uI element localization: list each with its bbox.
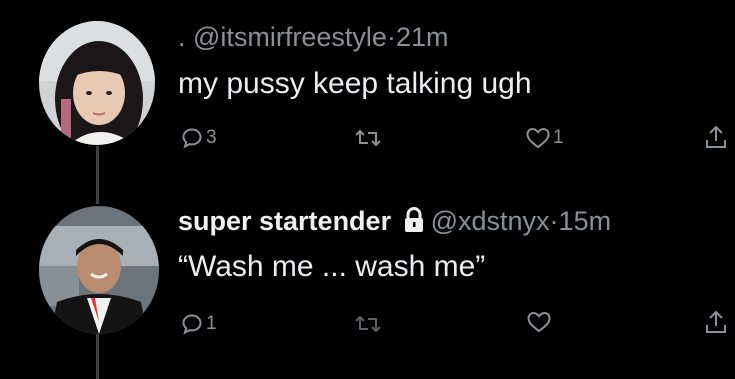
tweet-2-display-name[interactable]: super startender: [178, 206, 391, 236]
tweet-2-text: “Wash me ... wash me”: [178, 250, 486, 283]
heart-icon: [526, 127, 550, 149]
avatar-xdstnyx[interactable]: [39, 206, 159, 334]
tweet-2-time[interactable]: 15m: [559, 206, 612, 236]
tweet-1-retweet-button[interactable]: [354, 126, 382, 150]
tweet-1-time[interactable]: 21m: [396, 22, 449, 52]
share-upload-icon: [706, 125, 726, 148]
tweet-2-share-button[interactable]: [704, 309, 728, 335]
avatar-itsmirfreestyle[interactable]: [39, 21, 155, 145]
thread-line-top: [96, 146, 99, 204]
tweet-2-reply-button[interactable]: 1: [180, 312, 217, 336]
tweet-1-handle[interactable]: . @itsmirfreestyle: [178, 22, 387, 52]
tweet-1-like-button[interactable]: 1: [525, 126, 564, 150]
lock-icon: [404, 207, 423, 232]
tweet-2-separator: ·: [549, 206, 559, 236]
thread-line-bottom: [96, 334, 99, 379]
speech-bubble-icon: [182, 128, 202, 149]
tweet-1-reply-button[interactable]: 3: [180, 126, 217, 150]
tweet-2-retweet-button[interactable]: [354, 312, 382, 336]
tweet-1-header: . @itsmirfreestyle·21m: [178, 22, 448, 53]
tweet-1-share-button[interactable]: [704, 124, 728, 150]
tweet-2-handle[interactable]: @xdstnyx: [431, 206, 550, 236]
retweet-icon: [355, 315, 381, 333]
speech-bubble-icon: [182, 314, 202, 335]
retweet-icon: [355, 129, 381, 147]
tweet-2-like-button[interactable]: [526, 310, 552, 334]
heart-icon: [527, 311, 551, 333]
tweet-2-reply-count: 1: [206, 313, 217, 334]
share-upload-icon: [706, 310, 726, 333]
tweet-1-separator: ·: [386, 22, 396, 52]
tweet-1-reply-count: 3: [206, 127, 217, 148]
tweet-2-header: super startender @xdstnyx·15m: [178, 206, 611, 237]
tweet-1-text: my pussy keep talking ugh: [178, 67, 532, 100]
tweet-1-like-count: 1: [553, 127, 564, 148]
